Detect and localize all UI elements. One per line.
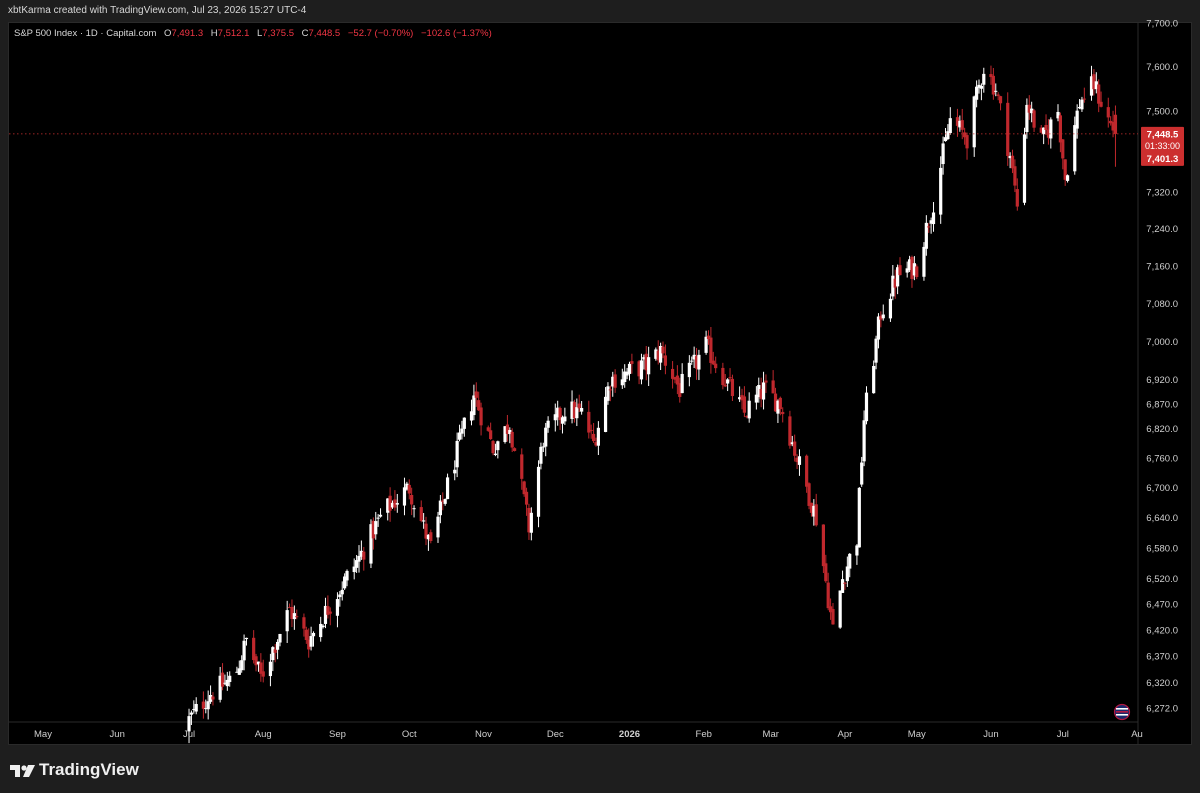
brand-name: TradingView [39, 760, 139, 779]
high-value: 7,512.1 [217, 28, 250, 39]
chart-credit: xbtKarma created with TradingView.com, J… [8, 5, 307, 16]
footer-bar [0, 745, 1200, 793]
tradingview-logo[interactable]: TradingView [10, 760, 139, 780]
low-value: 7,375.5 [262, 28, 294, 39]
change-value-2: −102.6 (−1.37%) [421, 28, 492, 39]
high-label: H [210, 28, 218, 39]
symbol-label[interactable]: S&P 500 Index · 1D · Capital.com [14, 28, 156, 39]
change-value: −52.7 (−0.70%) [347, 28, 414, 39]
tradingview-logo-icon [10, 764, 35, 777]
ohlc-legend: S&P 500 Index · 1D · Capital.com O7,491.… [14, 28, 492, 39]
close-value: 7,448.5 [308, 28, 341, 39]
close-label: C [301, 28, 309, 39]
top-bar: xbtKarma created with TradingView.com, J… [0, 0, 1200, 22]
chart-frame[interactable] [8, 22, 1192, 745]
open-value: 7,491.3 [171, 28, 204, 39]
